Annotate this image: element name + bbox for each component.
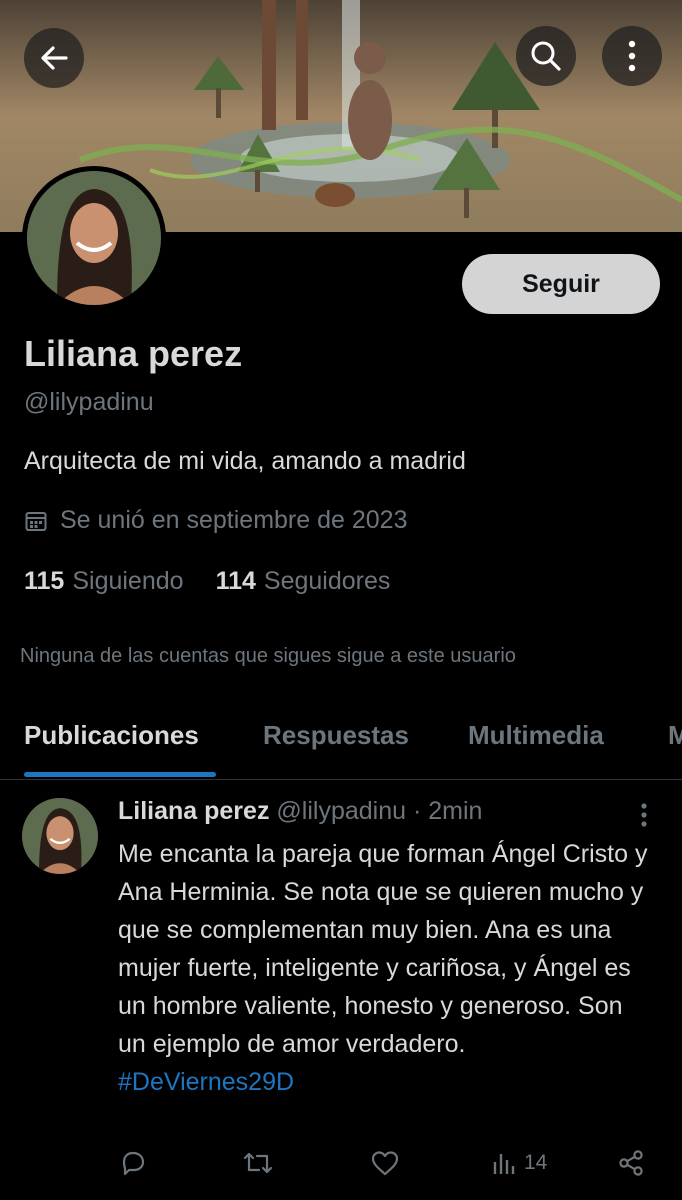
tab-more[interactable]: M	[668, 720, 682, 751]
followers-label: Seguidores	[263, 567, 391, 595]
post-text: Me encanta la pareja que forman Ángel Cr…	[118, 840, 648, 1058]
views-button[interactable]: 14	[492, 1148, 547, 1178]
followers-link[interactable]: 114 Seguidores	[216, 567, 391, 596]
back-button[interactable]	[24, 28, 84, 88]
avatar-photo	[27, 171, 161, 305]
like-button[interactable]	[370, 1148, 400, 1178]
search-button[interactable]	[516, 26, 576, 86]
calendar-icon	[25, 511, 47, 531]
views-count: 14	[524, 1151, 548, 1174]
post-author[interactable]: Liliana perez	[118, 797, 269, 825]
post-actions: 14	[118, 1148, 648, 1186]
like-icon	[371, 1151, 399, 1176]
following-count: 115	[24, 567, 65, 595]
post-avatar-photo	[22, 798, 98, 874]
reply-icon	[122, 1151, 145, 1176]
back-arrow-icon	[41, 46, 68, 70]
more-options-button[interactable]	[602, 26, 662, 86]
repost-button[interactable]	[242, 1148, 274, 1178]
follow-button[interactable]: Seguir	[462, 254, 660, 314]
post-meta: @lilypadinu · 2min	[276, 797, 483, 825]
followers-count: 114	[215, 567, 256, 595]
share-button[interactable]	[616, 1148, 646, 1178]
profile-avatar[interactable]	[22, 166, 166, 310]
post-avatar[interactable]	[22, 798, 98, 874]
tab-respuestas[interactable]: Respuestas	[263, 720, 409, 751]
share-icon	[619, 1150, 643, 1176]
views-icon	[493, 1154, 515, 1174]
more-vertical-icon	[628, 40, 636, 72]
profile-bio: Arquitecta de mi vida, amando a madrid	[24, 447, 466, 475]
active-tab-indicator	[24, 772, 216, 777]
tab-multimedia[interactable]: Multimedia	[468, 720, 604, 751]
profile-tabs: Publicaciones Respuestas Multimedia M	[0, 700, 682, 780]
profile-handle: @lilypadinu	[24, 388, 154, 416]
post-more-button[interactable]	[632, 800, 656, 830]
joined-date: Se unió en septiembre de 2023	[24, 506, 407, 535]
more-vertical-icon	[641, 803, 647, 827]
search-icon	[531, 41, 561, 71]
mutual-followers-note: Ninguna de las cuentas que sigues sigue …	[20, 645, 516, 667]
joined-text: Se unió en septiembre de 2023	[60, 506, 408, 534]
post-header: Liliana perez @lilypadinu · 2min	[118, 797, 482, 826]
post-hashtag[interactable]: #DeViernes29D	[118, 1068, 294, 1096]
reply-button[interactable]	[118, 1148, 148, 1178]
profile-name: Liliana perez	[24, 333, 243, 374]
follow-counts: 115 Siguiendo 114 Seguidores	[24, 567, 390, 596]
tab-publicaciones[interactable]: Publicaciones	[24, 720, 199, 751]
post-body: Me encanta la pareja que forman Ángel Cr…	[118, 835, 648, 1101]
following-link[interactable]: 115 Siguiendo	[24, 567, 184, 596]
following-label: Siguiendo	[72, 567, 184, 595]
repost-icon	[243, 1152, 273, 1174]
